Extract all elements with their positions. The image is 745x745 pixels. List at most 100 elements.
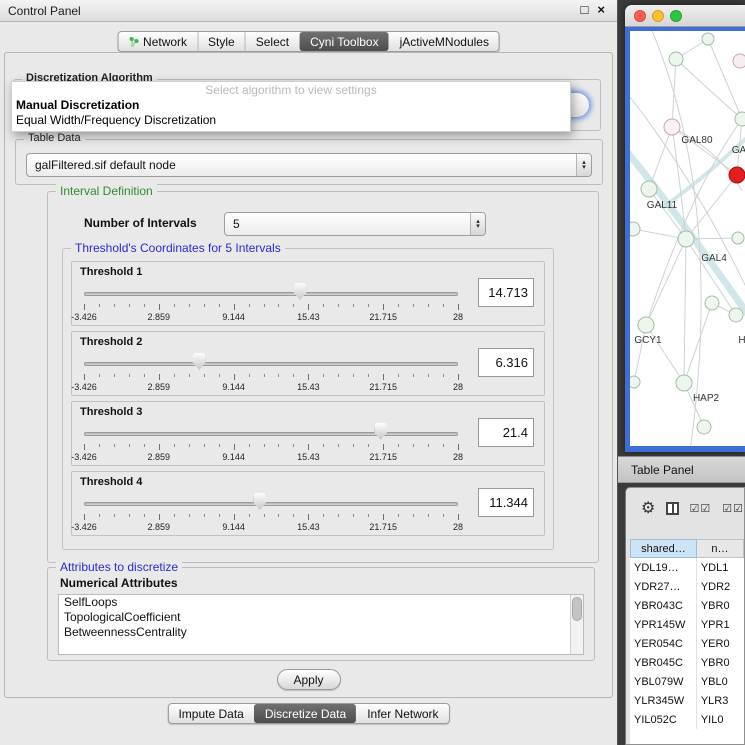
table-panel-window: ⚙ ☑☑ ☑☑ shared… n… YDL19…YDL1YDR27…YDR2Y… <box>625 487 745 745</box>
threshold-slider[interactable]: -3.4262.8599.14415.4321.71528 <box>82 420 460 464</box>
table-cell[interactable]: YBR045C <box>630 653 697 672</box>
network-node[interactable] <box>732 232 744 244</box>
tab-cyni-toolbox[interactable]: Cyni Toolbox <box>299 32 388 51</box>
slider-track[interactable] <box>84 432 458 436</box>
columns-icon[interactable] <box>666 502 678 515</box>
combo-stepper-icon[interactable] <box>470 213 485 235</box>
table-data-legend: Table Data <box>24 132 85 144</box>
table-cell[interactable]: YER0 <box>697 634 744 653</box>
dropdown-option-equal-width-frequency[interactable]: Equal Width/Frequency Discretization <box>12 113 570 128</box>
slider-thumb[interactable] <box>294 283 307 300</box>
list-scrollbar[interactable] <box>570 595 583 654</box>
table-row[interactable]: YLR345WYLR3 <box>630 691 744 710</box>
list-item[interactable]: BetweennessCentrality <box>59 625 583 640</box>
tab-impute-data[interactable]: Impute Data <box>168 704 253 723</box>
slider-track[interactable] <box>84 502 458 506</box>
tab-network[interactable]: Network <box>118 32 197 51</box>
slider-thumb[interactable] <box>193 353 206 370</box>
threshold-value-field[interactable]: 11.344 <box>478 488 534 517</box>
table-cell[interactable]: YLR3 <box>697 691 744 710</box>
minimize-traffic-light-icon[interactable] <box>652 10 664 22</box>
table-cell[interactable]: YDL1 <box>697 558 744 577</box>
tab-select[interactable]: Select <box>245 32 299 51</box>
numerical-attributes-list[interactable]: SelfLoopsTopologicalCoefficientBetweenne… <box>58 594 584 655</box>
window-title: Control Panel <box>8 4 81 18</box>
threshold-value-field[interactable]: 14.713 <box>478 278 534 307</box>
threshold-slider[interactable]: -3.4262.8599.14415.4321.71528 <box>82 280 460 324</box>
slider-thumb[interactable] <box>253 493 266 510</box>
table-data-combo[interactable]: galFiltered.sif default node <box>26 153 592 177</box>
table-row[interactable]: YBR045CYBR0 <box>630 653 744 672</box>
network-node[interactable] <box>697 420 711 434</box>
table-cell[interactable]: YER054C <box>630 634 697 653</box>
tab-infer-network[interactable]: Infer Network <box>356 704 448 723</box>
node-label: GCY1 <box>634 335 662 346</box>
network-node[interactable] <box>678 231 694 247</box>
gear-icon[interactable]: ⚙ <box>641 498 655 518</box>
dropdown-option-manual-discretization[interactable]: Manual Discretization <box>12 98 570 113</box>
tab-discretize-data[interactable]: Discretize Data <box>254 704 356 723</box>
zoom-traffic-light-icon[interactable] <box>670 10 682 22</box>
table-row[interactable]: YBL079WYBL0 <box>630 672 744 691</box>
select-columns-icon[interactable]: ☑☑ <box>690 502 712 515</box>
list-item[interactable]: TopologicalCoefficient <box>59 610 583 625</box>
tab-jactivemnodules[interactable]: jActiveMNodules <box>389 32 499 51</box>
close-icon[interactable]: × <box>597 2 605 17</box>
column-header-shared-name[interactable]: shared… <box>630 539 697 558</box>
table-cell[interactable]: YDR2 <box>697 577 744 596</box>
network-node[interactable] <box>733 54 745 68</box>
close-traffic-light-icon[interactable] <box>634 10 646 22</box>
table-cell[interactable]: YBL079W <box>630 672 697 691</box>
network-node[interactable] <box>641 181 657 197</box>
bottom-tab-bar: Impute DataDiscretize DataInfer Network <box>167 703 449 724</box>
float-window-icon[interactable]: □ <box>581 2 589 17</box>
table-row[interactable]: YDL19…YDL1 <box>630 558 744 577</box>
select-rows-icon[interactable]: ☑☑ <box>722 502 744 515</box>
table-cell[interactable]: YBR0 <box>697 653 744 672</box>
table-cell[interactable]: YBR043C <box>630 596 697 615</box>
network-node[interactable] <box>702 33 714 45</box>
network-node[interactable] <box>630 222 640 236</box>
slider-track[interactable] <box>84 292 458 296</box>
network-node[interactable] <box>669 52 683 66</box>
table-row[interactable]: YER054CYER0 <box>630 634 744 653</box>
network-canvas[interactable]: GAL80GAGAL11GAL4GCY1HHAP2 <box>630 31 745 446</box>
network-node[interactable] <box>735 112 745 126</box>
combo-stepper-icon[interactable] <box>576 154 591 176</box>
table-row[interactable]: YBR043CYBR0 <box>630 596 744 615</box>
threshold-value-field[interactable]: 21.4 <box>478 418 534 447</box>
table-cell[interactable]: YLR345W <box>630 691 697 710</box>
table-cell[interactable]: YIL0 <box>697 710 744 729</box>
apply-button[interactable]: Apply <box>277 669 341 690</box>
table-row[interactable]: YPR145WYPR1 <box>630 615 744 634</box>
table-toolbar: ⚙ ☑☑ ☑☑ <box>626 488 744 528</box>
network-node[interactable] <box>729 308 743 322</box>
network-node[interactable] <box>676 375 692 391</box>
table-cell[interactable]: YDL19… <box>630 558 697 577</box>
number-of-intervals-combo[interactable]: 5 <box>224 212 486 236</box>
slider-tick-labels: -3.4262.8599.14415.4321.71528 <box>84 312 458 323</box>
scrollbar-thumb[interactable] <box>572 597 582 621</box>
table-cell[interactable]: YPR145W <box>630 615 697 634</box>
network-node[interactable] <box>729 167 745 183</box>
slider-track[interactable] <box>84 362 458 366</box>
table-cell[interactable]: YBL0 <box>697 672 744 691</box>
threshold-slider[interactable]: -3.4262.8599.14415.4321.71528 <box>82 350 460 394</box>
list-item[interactable]: SelfLoops <box>59 595 583 610</box>
network-node[interactable] <box>664 119 680 135</box>
table-cell[interactable]: YDR27… <box>630 577 697 596</box>
network-node[interactable] <box>630 376 640 388</box>
table-cell[interactable]: YIL052C <box>630 710 697 729</box>
tab-style[interactable]: Style <box>197 32 245 51</box>
column-header-name[interactable]: n… <box>697 539 744 558</box>
threshold-box: Threshold 1 -3.4262.8599.14415.4321.7152… <box>71 261 545 326</box>
table-cell[interactable]: YPR1 <box>697 615 744 634</box>
network-node[interactable] <box>638 317 654 333</box>
threshold-value-field[interactable]: 6.316 <box>478 348 534 377</box>
table-row[interactable]: YIL052CYIL0 <box>630 710 744 729</box>
threshold-slider[interactable]: -3.4262.8599.14415.4321.71528 <box>82 490 460 534</box>
slider-thumb[interactable] <box>374 423 387 440</box>
table-cell[interactable]: YBR0 <box>697 596 744 615</box>
table-row[interactable]: YDR27…YDR2 <box>630 577 744 596</box>
network-node[interactable] <box>705 296 719 310</box>
